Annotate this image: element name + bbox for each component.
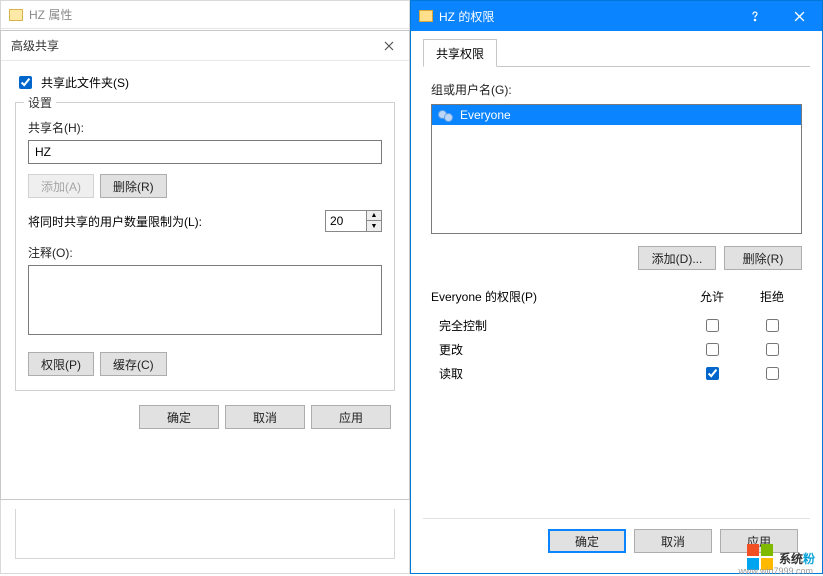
- properties-tab-fragment: [15, 509, 395, 559]
- deny-checkbox[interactable]: [766, 343, 779, 356]
- allow-checkbox[interactable]: [706, 367, 719, 380]
- settings-legend: 设置: [24, 94, 56, 111]
- comment-textarea[interactable]: [28, 265, 382, 335]
- help-icon[interactable]: [732, 1, 777, 31]
- perm-cancel-button[interactable]: 取消: [634, 529, 712, 553]
- group-users-listbox[interactable]: Everyone: [431, 104, 802, 234]
- permissions-title: HZ 的权限: [439, 8, 494, 25]
- remove-user-button[interactable]: 删除(R): [724, 246, 802, 270]
- chevron-up-icon[interactable]: ▲: [367, 211, 381, 221]
- allow-checkbox[interactable]: [706, 319, 719, 332]
- permissions-for-label: Everyone 的权限(P): [431, 288, 682, 305]
- group-users-label: 组或用户名(G):: [431, 81, 802, 98]
- list-item-user[interactable]: Everyone: [432, 105, 801, 125]
- share-folder-label: 共享此文件夹(S): [41, 74, 129, 91]
- caching-button[interactable]: 缓存(C): [100, 352, 167, 376]
- deny-checkbox[interactable]: [766, 367, 779, 380]
- group-icon: [438, 108, 454, 122]
- permissions-button[interactable]: 权限(P): [28, 352, 94, 376]
- tab-share-permissions[interactable]: 共享权限: [423, 39, 497, 67]
- perm-ok-button[interactable]: 确定: [548, 529, 626, 553]
- connections-limit-input[interactable]: [325, 210, 367, 232]
- connections-limit-spinner[interactable]: ▲ ▼: [325, 210, 382, 232]
- adv-ok-button[interactable]: 确定: [139, 405, 219, 429]
- add-share-button[interactable]: 添加(A): [28, 174, 94, 198]
- folder-icon: [419, 10, 433, 22]
- close-icon[interactable]: [777, 1, 822, 31]
- permission-row: 更改: [431, 337, 802, 361]
- permission-row: 完全控制: [431, 313, 802, 337]
- permissions-tabstrip: 共享权限: [423, 39, 810, 67]
- column-allow: 允许: [682, 288, 742, 305]
- comment-label: 注释(O):: [28, 244, 382, 261]
- permission-name: 读取: [431, 365, 682, 382]
- permission-name: 完全控制: [431, 317, 682, 334]
- add-user-button[interactable]: 添加(D)...: [638, 246, 716, 270]
- advanced-sharing-dialog: 高级共享 共享此文件夹(S) 设置 共享名(H): 添加(A) 删除(R) 将同…: [0, 30, 410, 500]
- remove-share-button[interactable]: 删除(R): [100, 174, 167, 198]
- watermark-url: www.win7999.com: [738, 566, 813, 576]
- close-icon[interactable]: [369, 31, 409, 60]
- deny-checkbox[interactable]: [766, 319, 779, 332]
- properties-title: HZ 属性: [29, 6, 72, 23]
- permissions-titlebar: HZ 的权限: [411, 1, 822, 31]
- adv-apply-button[interactable]: 应用: [311, 405, 391, 429]
- user-name: Everyone: [460, 108, 511, 122]
- permissions-window: HZ 的权限 共享权限 组或用户名(G): Everyone 添加(D)... …: [410, 0, 823, 574]
- permission-name: 更改: [431, 341, 682, 358]
- permissions-list: 完全控制更改读取: [431, 313, 802, 512]
- perm-apply-button[interactable]: 应用: [720, 529, 798, 553]
- permissions-table-header: Everyone 的权限(P) 允许 拒绝: [431, 288, 802, 305]
- folder-icon: [9, 9, 23, 21]
- permission-row: 读取: [431, 361, 802, 385]
- share-folder-checkbox-row[interactable]: 共享此文件夹(S): [15, 73, 395, 92]
- advanced-sharing-title: 高级共享: [11, 37, 59, 54]
- share-name-input[interactable]: [28, 140, 382, 164]
- column-deny: 拒绝: [742, 288, 802, 305]
- connections-limit-label: 将同时共享的用户数量限制为(L):: [28, 213, 202, 230]
- settings-group: 设置 共享名(H): 添加(A) 删除(R) 将同时共享的用户数量限制为(L):…: [15, 102, 395, 391]
- advanced-sharing-titlebar: 高级共享: [1, 31, 409, 61]
- properties-titlebar: HZ 属性: [1, 1, 409, 29]
- share-folder-checkbox[interactable]: [19, 76, 32, 89]
- spinner-arrows[interactable]: ▲ ▼: [367, 210, 382, 232]
- share-name-label: 共享名(H):: [28, 119, 382, 136]
- adv-cancel-button[interactable]: 取消: [225, 405, 305, 429]
- chevron-down-icon[interactable]: ▼: [367, 221, 381, 231]
- allow-checkbox[interactable]: [706, 343, 719, 356]
